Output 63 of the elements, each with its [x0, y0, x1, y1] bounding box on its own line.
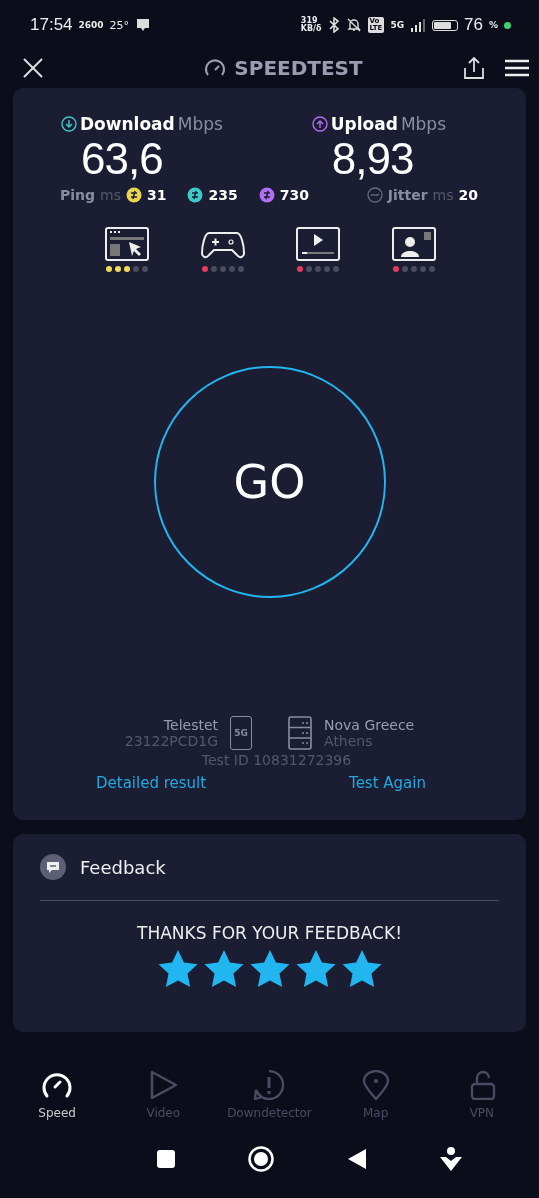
- video-player-icon: [296, 226, 341, 261]
- server-name: Nova Greece: [324, 716, 415, 733]
- go-button[interactable]: GO: [153, 365, 386, 598]
- home-button[interactable]: [248, 1146, 275, 1172]
- jitter-icon: [366, 186, 383, 203]
- bluetooth-icon: [327, 17, 340, 33]
- download-icon: [61, 116, 77, 132]
- nav-tab[interactable]: Speed: [7, 1070, 108, 1120]
- ping-label: Ping: [60, 186, 96, 203]
- bell-off-icon: [345, 17, 362, 33]
- temperature: 25°: [109, 18, 130, 32]
- browser-icon: [105, 226, 149, 261]
- network-speed-unit: KB/δ: [300, 25, 322, 33]
- feedback-message: THANKS FOR YOUR FEEDBACK!: [136, 923, 403, 943]
- upload-value: 8,93: [331, 134, 414, 185]
- star-icon[interactable]: [340, 949, 383, 989]
- app-title: SPEEDTEST: [234, 56, 363, 80]
- notification-icon: [135, 17, 152, 33]
- upload-icon: [311, 116, 328, 132]
- star-icon[interactable]: [156, 949, 199, 989]
- detailed-result-link[interactable]: Detailed result: [96, 773, 207, 792]
- menu-icon[interactable]: [505, 59, 529, 77]
- test-again-link[interactable]: Test Again: [349, 773, 426, 792]
- star-icon[interactable]: [202, 949, 245, 989]
- percent-sign: %: [488, 20, 498, 30]
- download-unit: Mbps: [177, 114, 223, 134]
- ping-value: 31: [147, 186, 167, 203]
- assistant-button[interactable]: [438, 1146, 463, 1172]
- signal-icon: [410, 18, 427, 32]
- device-model: 23122PCD1G: [124, 732, 219, 749]
- recents-button[interactable]: [156, 1149, 177, 1169]
- server-icon: [288, 715, 313, 750]
- upload-unit: Mbps: [400, 114, 446, 134]
- download-label: Download: [80, 114, 175, 134]
- close-icon[interactable]: [22, 57, 44, 79]
- provider-name: Telestet: [163, 716, 219, 733]
- jitter-label: Jitter: [387, 186, 428, 203]
- status-dot: [504, 21, 511, 29]
- test-id: Test ID 10831272396: [200, 751, 353, 768]
- jitter-unit: ms: [432, 186, 454, 203]
- star-icon[interactable]: [248, 949, 291, 989]
- ping-value: 730: [279, 186, 309, 203]
- feedback-title: Feedback: [80, 856, 166, 878]
- chat-icon: [40, 854, 66, 880]
- ping-value: 235: [208, 186, 238, 203]
- gauge-icon: [204, 59, 227, 77]
- share-icon[interactable]: [463, 56, 485, 80]
- network-speed: 319: [300, 17, 319, 25]
- hotspot-indicator: 2600: [78, 20, 104, 30]
- battery-icon: [432, 19, 459, 31]
- back-button[interactable]: [346, 1148, 367, 1170]
- ping-unit: ms: [100, 186, 121, 203]
- jitter-value: 20: [458, 186, 478, 203]
- video-call-icon: [391, 226, 436, 261]
- battery-percent: 76: [464, 15, 483, 35]
- alert-icon: [252, 1070, 287, 1100]
- network-label: 5G: [234, 727, 248, 738]
- network-type: 5G: [390, 20, 405, 30]
- download-value: 63,6: [81, 134, 163, 185]
- upload-label: Upload: [330, 114, 398, 134]
- clock: 17:54: [30, 15, 73, 35]
- server-city: Athens: [324, 732, 373, 749]
- star-icon[interactable]: [294, 949, 337, 989]
